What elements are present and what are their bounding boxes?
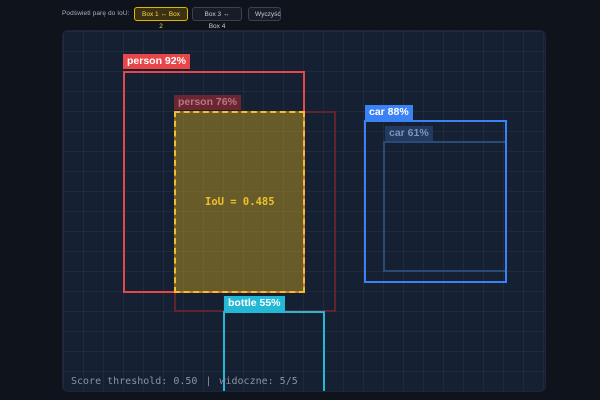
pair-1-2-button[interactable]: Box 1 ↔ Box 2 <box>134 7 188 30</box>
score-threshold: Score threshold: 0.50 <box>71 376 198 387</box>
detection-canvas[interactable]: person 76% person 92% IoU = 0.485 car 61… <box>62 30 546 392</box>
footer-separator: | <box>205 376 212 387</box>
status-footer: Score threshold: 0.50 | widoczne: 5/5 <box>71 376 298 387</box>
clear-button[interactable]: Wyczyść <box>248 7 281 21</box>
bbox-car-88[interactable] <box>364 120 507 283</box>
toolbar-label: Podświetl parę do IoU: <box>62 10 130 17</box>
label-car-88: car 88% <box>365 105 413 120</box>
toolbar: Podświetl parę do IoU: Box 1 ↔ Box 2 Box… <box>0 0 600 30</box>
label-person-92: person 92% <box>123 54 190 69</box>
iou-value: IoU = 0.485 <box>205 196 275 208</box>
label-bottle-55: bottle 55% <box>224 296 285 311</box>
visible-count: widoczne: 5/5 <box>219 376 298 387</box>
pair-3-4-button[interactable]: Box 3 ↔ Box 4 <box>192 7 242 30</box>
